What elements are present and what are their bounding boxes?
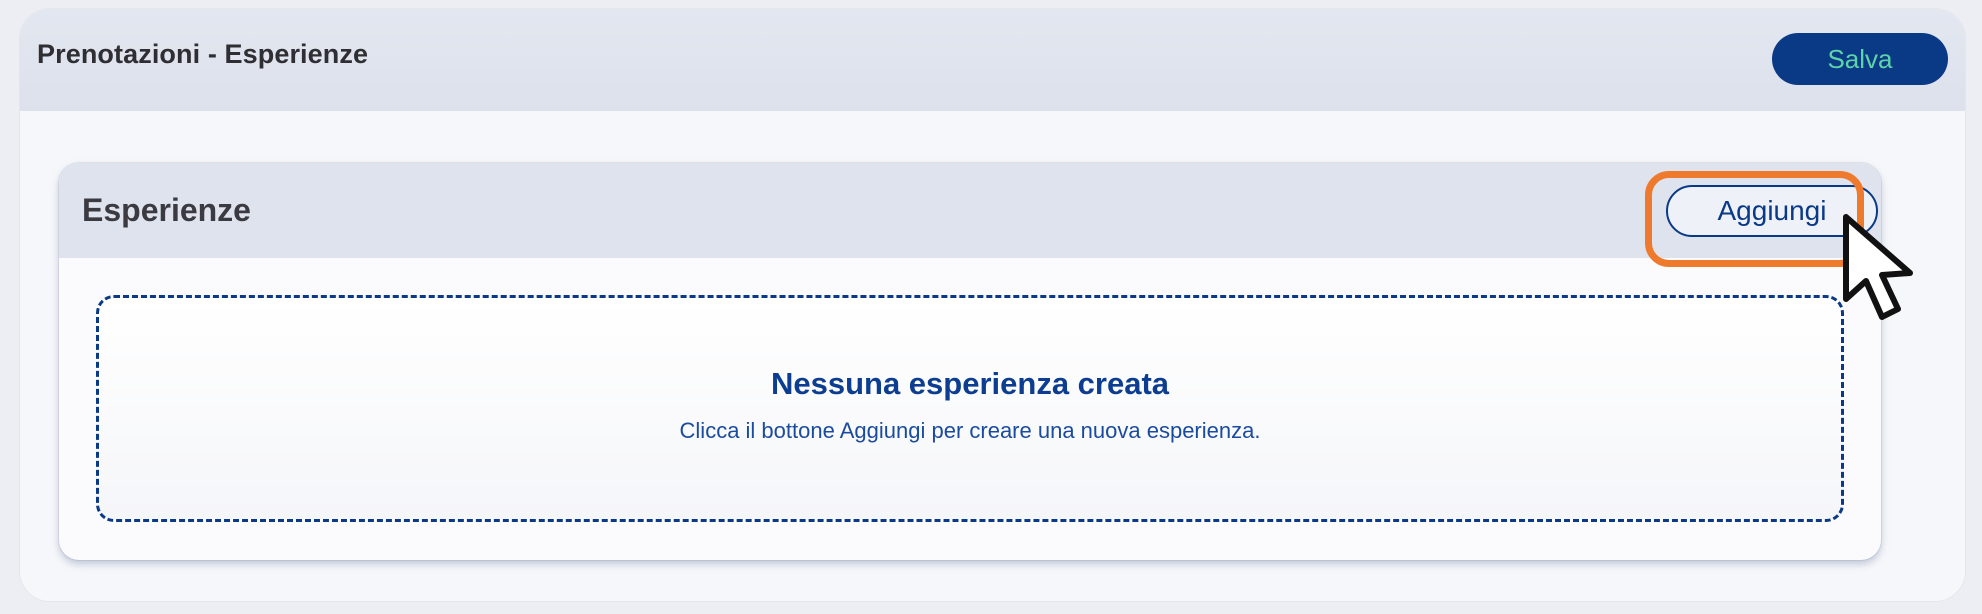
empty-state: Nessuna esperienza creata Clicca il bott… [96,295,1844,522]
card-header: Esperienze Aggiungi [59,163,1881,258]
section-title: Esperienze [82,192,251,228]
experiences-card: Esperienze Aggiungi Nessuna esperienza c… [59,163,1881,560]
empty-state-title: Nessuna esperienza creata [770,366,1170,401]
save-button[interactable]: Salva [1772,33,1948,85]
page-header: Prenotazioni - Esperienze Salva [20,9,1965,111]
empty-state-message: Clicca il bottone Aggiungi per creare un… [679,418,1261,443]
page-title: Prenotazioni - Esperienze [37,39,369,69]
add-button[interactable]: Aggiungi [1666,185,1878,237]
